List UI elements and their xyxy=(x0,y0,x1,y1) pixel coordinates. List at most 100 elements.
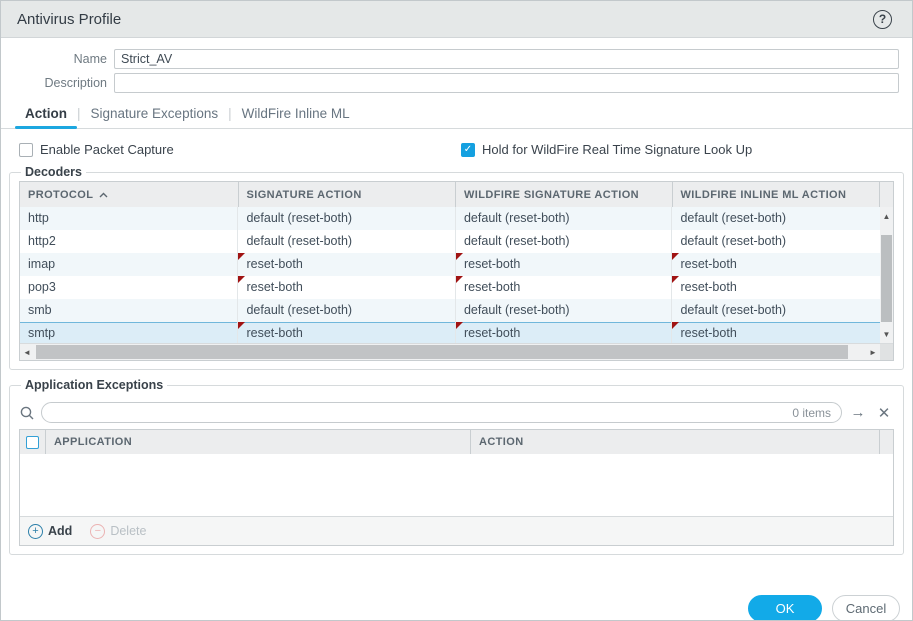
column-header-signature-action[interactable]: SIGNATURE ACTION xyxy=(239,182,457,207)
wildfire-signature-action-cell[interactable]: default (reset-both) xyxy=(456,299,673,322)
wildfire-inline-ml-action-cell[interactable]: default (reset-both) xyxy=(672,299,880,322)
scroll-up-icon[interactable]: ▲ xyxy=(880,207,893,225)
add-button[interactable]: + Add xyxy=(28,524,72,539)
minus-circle-icon: − xyxy=(90,524,105,539)
protocol-cell: pop3 xyxy=(20,276,238,299)
horizontal-scrollbar-thumb[interactable] xyxy=(36,345,848,359)
application-search-input[interactable] xyxy=(50,406,792,420)
wildfire-hold-option: ✓ Hold for WildFire Real Time Signature … xyxy=(461,142,752,157)
horizontal-scrollbar: ◄ ► xyxy=(20,343,893,360)
wildfire-inline-ml-action-cell[interactable]: default (reset-both) xyxy=(672,207,880,230)
tab-action[interactable]: Action xyxy=(15,106,77,128)
wildfire-signature-action-cell[interactable]: reset-both xyxy=(456,276,673,299)
decoders-legend: Decoders xyxy=(21,165,86,179)
application-search-row: 0 items → ✕ xyxy=(19,402,894,423)
scroll-right-icon[interactable]: ► xyxy=(866,344,880,360)
application-table-header: APPLICATION ACTION xyxy=(20,430,893,454)
wildfire-signature-action-cell[interactable]: default (reset-both) xyxy=(456,230,673,253)
clear-filter-x-icon[interactable]: ✕ xyxy=(874,404,894,422)
horizontal-scrollbar-track xyxy=(34,344,866,360)
column-header-wildfire-inline-ml-action[interactable]: WILDFIRE INLINE ML ACTION xyxy=(673,182,881,207)
description-input[interactable] xyxy=(114,73,899,93)
wildfire-signature-action-cell[interactable]: default (reset-both) xyxy=(456,207,673,230)
protocol-cell: smb xyxy=(20,299,238,322)
column-header-stub xyxy=(880,430,893,454)
column-header-application[interactable]: APPLICATION xyxy=(46,430,471,454)
signature-action-cell[interactable]: default (reset-both) xyxy=(238,230,456,253)
application-table-footer: + Add − Delete xyxy=(20,516,893,545)
table-row-smtp[interactable]: smtp reset-both reset-both reset-both xyxy=(20,322,880,343)
search-pill: 0 items xyxy=(41,402,842,423)
tab-wildfire-inline-ml[interactable]: WildFire Inline ML xyxy=(232,106,360,128)
items-count-badge: 0 items xyxy=(792,406,831,420)
apply-filter-arrow-icon[interactable]: → xyxy=(848,404,868,421)
help-icon[interactable]: ? xyxy=(873,10,892,29)
options-row: Enable Packet Capture ✓ Hold for WildFir… xyxy=(19,142,912,157)
vertical-scrollbar: ▲ ▼ xyxy=(880,207,893,343)
profile-form: Name Description xyxy=(1,38,912,93)
signature-action-cell[interactable]: default (reset-both) xyxy=(238,207,456,230)
vertical-scrollbar-thumb[interactable] xyxy=(881,235,892,322)
dialog-actions: OK Cancel xyxy=(1,595,900,621)
plus-circle-icon: + xyxy=(28,524,43,539)
add-button-label: Add xyxy=(48,524,72,538)
signature-action-cell[interactable]: default (reset-both) xyxy=(238,299,456,322)
application-exceptions-legend: Application Exceptions xyxy=(21,378,167,392)
wildfire-hold-label: Hold for WildFire Real Time Signature Lo… xyxy=(482,142,752,157)
scrollbar-corner xyxy=(880,344,893,360)
select-all-cell xyxy=(20,430,46,454)
description-label: Description xyxy=(1,76,114,90)
signature-action-cell[interactable]: reset-both xyxy=(238,322,456,343)
ok-button[interactable]: OK xyxy=(748,595,822,621)
signature-action-cell[interactable]: reset-both xyxy=(238,253,456,276)
table-row-imap[interactable]: imap reset-both reset-both reset-both xyxy=(20,253,880,276)
application-exceptions-table: APPLICATION ACTION + Add − Delete xyxy=(19,429,894,546)
protocol-cell: smtp xyxy=(20,322,238,343)
tab-signature-exceptions[interactable]: Signature Exceptions xyxy=(81,106,229,128)
column-header-scrollbar-stub xyxy=(880,182,893,207)
column-header-wildfire-signature-action[interactable]: WILDFIRE SIGNATURE ACTION xyxy=(456,182,673,207)
scroll-down-icon[interactable]: ▼ xyxy=(880,325,893,343)
sort-asc-icon xyxy=(99,192,108,198)
wildfire-hold-checkbox[interactable]: ✓ xyxy=(461,143,475,157)
name-row: Name xyxy=(1,49,899,69)
signature-action-cell[interactable]: reset-both xyxy=(238,276,456,299)
search-icon xyxy=(19,405,35,421)
delete-button[interactable]: − Delete xyxy=(90,524,146,539)
enable-packet-capture-checkbox[interactable] xyxy=(19,143,33,157)
delete-button-label: Delete xyxy=(110,524,146,538)
protocol-cell: imap xyxy=(20,253,238,276)
wildfire-inline-ml-action-cell[interactable]: reset-both xyxy=(672,322,880,343)
wildfire-signature-action-cell[interactable]: reset-both xyxy=(456,253,673,276)
protocol-cell: http xyxy=(20,207,238,230)
decoders-table-header: PROTOCOL SIGNATURE ACTION WILDFIRE SIGNA… xyxy=(20,182,893,207)
column-header-protocol[interactable]: PROTOCOL xyxy=(20,182,239,207)
decoders-table-body: http default (reset-both) default (reset… xyxy=(20,207,893,343)
table-row-http2[interactable]: http2 default (reset-both) default (rese… xyxy=(20,230,880,253)
description-row: Description xyxy=(1,73,899,93)
decoders-table: PROTOCOL SIGNATURE ACTION WILDFIRE SIGNA… xyxy=(19,181,894,361)
application-table-body-empty xyxy=(20,454,893,516)
dialog-title: Antivirus Profile xyxy=(17,11,121,28)
dialog-titlebar: Antivirus Profile ? xyxy=(1,1,912,38)
table-row-http[interactable]: http default (reset-both) default (reset… xyxy=(20,207,880,230)
name-label: Name xyxy=(1,52,114,66)
wildfire-signature-action-cell[interactable]: reset-both xyxy=(456,322,673,343)
scroll-left-icon[interactable]: ◄ xyxy=(20,344,34,360)
cancel-button[interactable]: Cancel xyxy=(832,595,900,621)
column-header-action[interactable]: ACTION xyxy=(471,430,880,454)
enable-packet-capture-label: Enable Packet Capture xyxy=(40,142,174,157)
table-row-smb[interactable]: smb default (reset-both) default (reset-… xyxy=(20,299,880,322)
decoders-rows: http default (reset-both) default (reset… xyxy=(20,207,880,343)
name-input[interactable] xyxy=(114,49,899,69)
table-row-pop3[interactable]: pop3 reset-both reset-both reset-both xyxy=(20,276,880,299)
protocol-cell: http2 xyxy=(20,230,238,253)
decoders-group: Decoders PROTOCOL SIGNATURE ACTION WILDF… xyxy=(9,165,904,370)
select-all-checkbox[interactable] xyxy=(26,436,39,449)
application-exceptions-group: Application Exceptions 0 items → ✕ APPLI… xyxy=(9,378,904,555)
wildfire-inline-ml-action-cell[interactable]: reset-both xyxy=(672,276,880,299)
wildfire-inline-ml-action-cell[interactable]: reset-both xyxy=(672,253,880,276)
wildfire-inline-ml-action-cell[interactable]: default (reset-both) xyxy=(672,230,880,253)
packet-capture-option: Enable Packet Capture xyxy=(19,142,461,157)
antivirus-profile-dialog: Antivirus Profile ? Name Description Act… xyxy=(0,0,913,621)
